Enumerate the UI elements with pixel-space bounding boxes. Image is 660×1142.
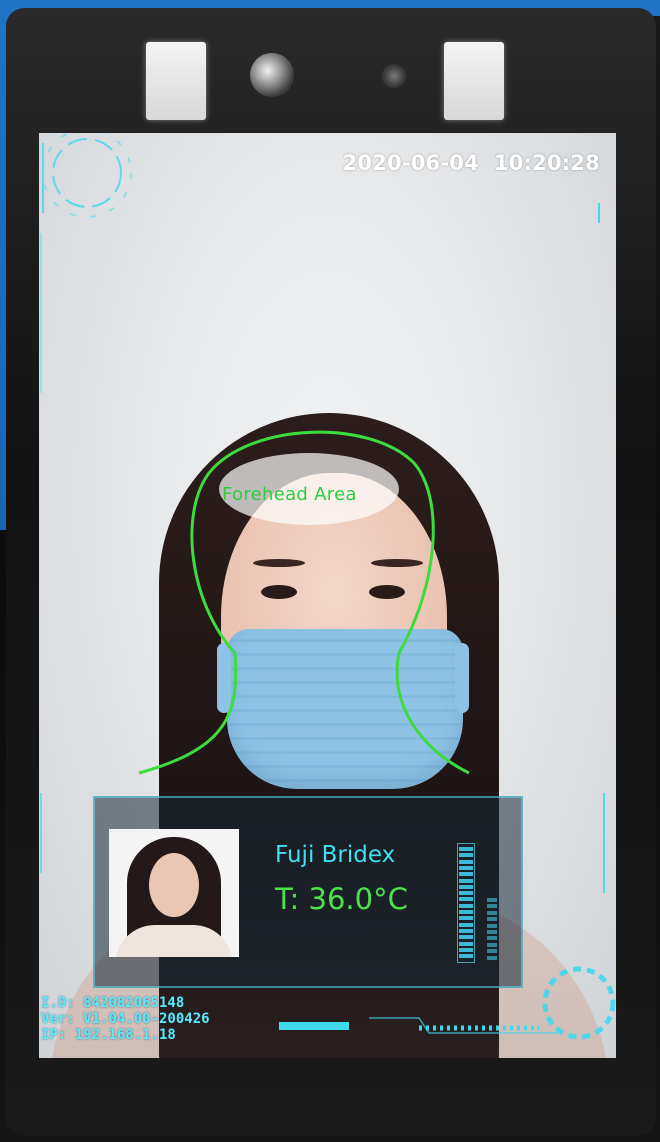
meter-segment <box>487 942 497 947</box>
device-info-block: I.D: 842082065148 Ver: V1.04.00-200426 I… <box>41 995 210 1043</box>
device-version-line: Ver: V1.04.00-200426 <box>41 1011 210 1027</box>
meter-segment <box>459 941 473 946</box>
meter-segment <box>459 853 473 858</box>
meter-segment <box>459 935 473 940</box>
meter-segment <box>487 936 497 941</box>
meter-segment <box>459 865 473 870</box>
temperature-level-meter <box>457 843 477 965</box>
meter-segment <box>487 910 497 915</box>
meter-segment <box>459 897 473 902</box>
meter-segment <box>459 878 473 883</box>
recognition-panel: Fuji Bridex T: 36.0°C <box>93 796 523 988</box>
meter-segment <box>487 955 497 960</box>
datetime-display: 2020-06-04 10:20:28 <box>342 151 600 175</box>
camera-lens-icon <box>250 53 294 97</box>
meter-segment <box>487 917 497 922</box>
meter-segment <box>459 928 473 933</box>
meter-segment <box>459 884 473 889</box>
meter-segment <box>487 930 497 934</box>
fill-light-left-icon <box>146 42 206 120</box>
meter-segment <box>459 910 473 914</box>
meter-segment <box>459 916 473 921</box>
meter-segment <box>459 954 473 959</box>
ir-sensor-icon <box>382 64 406 88</box>
meter-segment <box>459 891 473 896</box>
meter-segment <box>459 903 473 908</box>
display-screen: Forehead Area Fuji Bridex T: 36.0°C I.D:… <box>39 133 616 1058</box>
meter-segment <box>459 859 473 864</box>
meter-segment <box>459 947 473 952</box>
meter-segment <box>487 904 497 909</box>
device-id-line: I.D: 842082065148 <box>41 995 185 1011</box>
hud-corner-circle-icon <box>40 133 132 393</box>
secondary-level-meter <box>487 898 499 964</box>
meter-segment <box>487 949 497 954</box>
fill-light-right-icon <box>444 42 504 120</box>
photo-face <box>149 853 199 917</box>
meter-segment <box>459 847 473 851</box>
device-ip-line: IP: 192.168.1.18 <box>41 1027 176 1043</box>
meter-segment <box>487 923 497 928</box>
meter-segment <box>459 922 473 927</box>
meter-segment <box>487 898 497 902</box>
captured-face-photo <box>109 829 239 957</box>
meter-segment <box>459 872 473 877</box>
hud-bottom-right-ring-icon <box>542 793 616 1040</box>
face-outline-icon <box>138 430 470 775</box>
recognized-person-name: Fuji Bridex <box>275 842 396 868</box>
body-temperature-readout: T: 36.0°C <box>275 882 408 916</box>
thermal-scanner-device: Forehead Area Fuji Bridex T: 36.0°C I.D:… <box>0 0 660 1142</box>
